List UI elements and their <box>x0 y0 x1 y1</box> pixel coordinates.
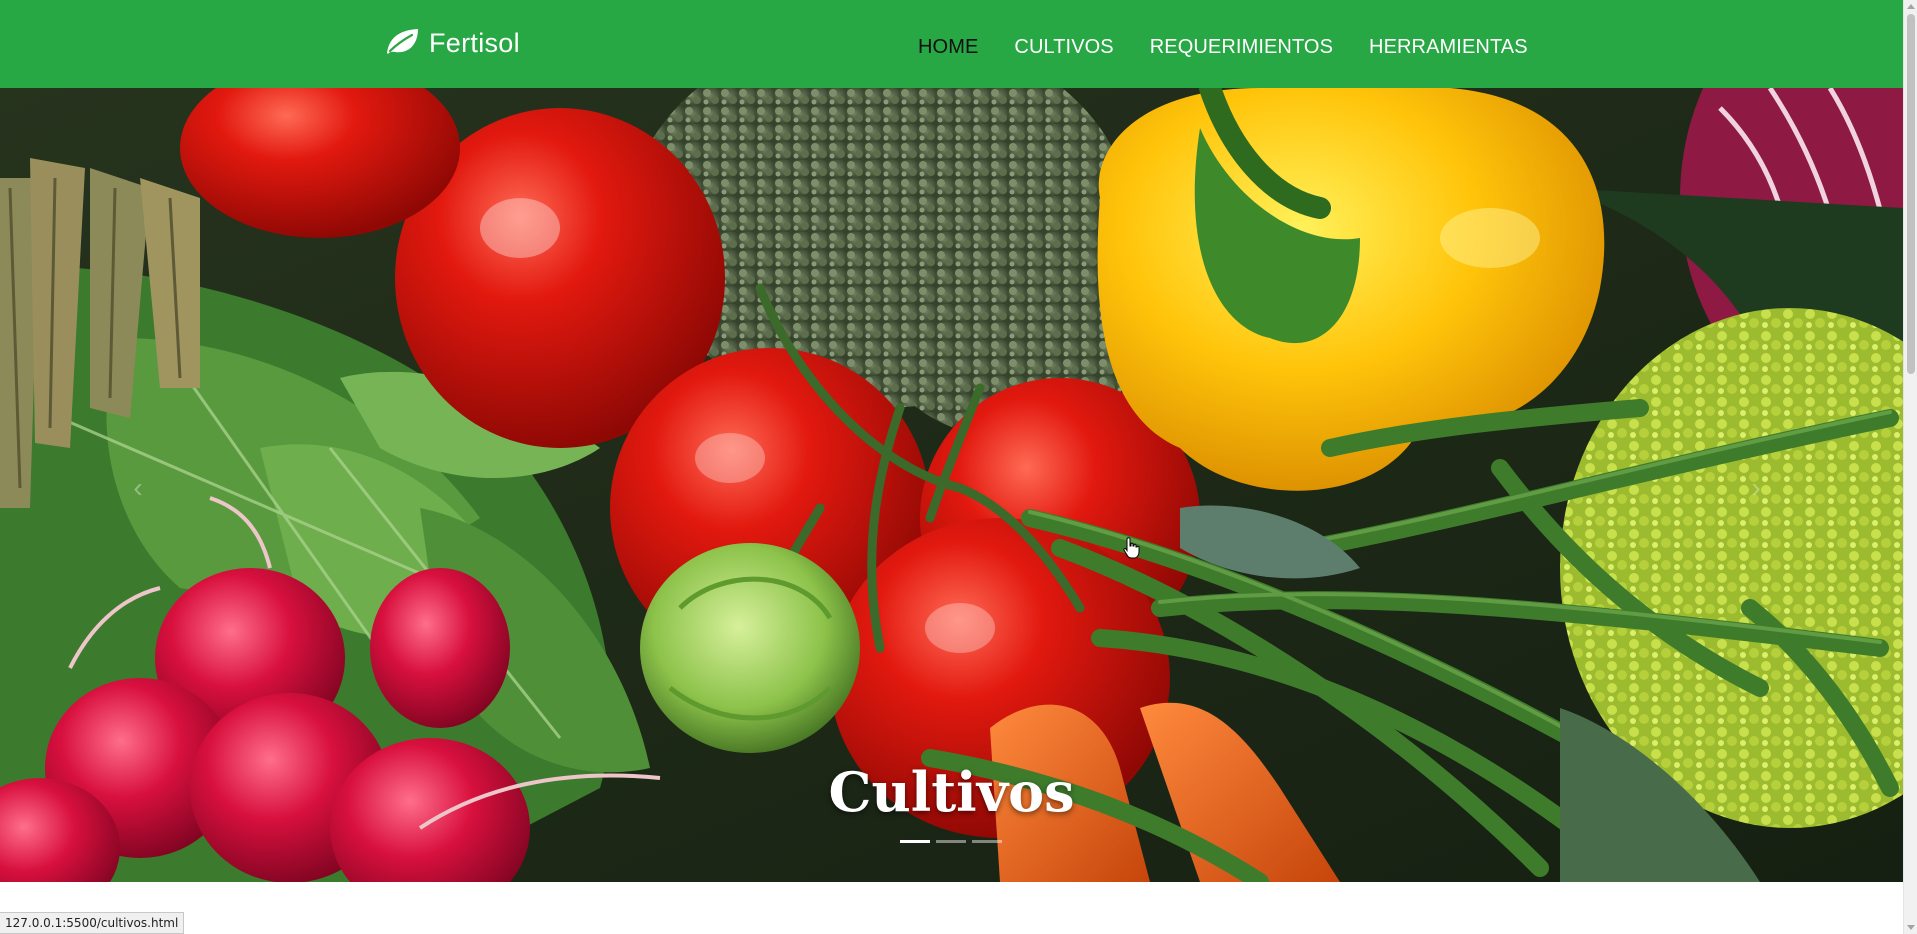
carousel-prev-button[interactable]: ‹ <box>118 468 158 508</box>
scrollbar-thumb[interactable] <box>1907 14 1915 374</box>
carousel-caption: Cultivos <box>828 760 1075 824</box>
carousel-indicator-2[interactable] <box>936 840 966 843</box>
nav-link-herramientas[interactable]: HERRAMIENTAS <box>1369 36 1528 59</box>
carousel-indicators <box>900 840 1002 843</box>
nav-link-requerimientos[interactable]: REQUERIMIENTOS <box>1150 36 1333 59</box>
brand-link[interactable]: Fertisol <box>383 26 520 60</box>
nav-link-home[interactable]: HOME <box>918 36 978 59</box>
scroll-up-icon[interactable] <box>1907 4 1915 9</box>
top-navbar: Fertisol HOME CULTIVOS REQUERIMIENTOS HE… <box>0 0 1903 88</box>
hand-cursor-icon <box>1123 537 1141 564</box>
brand-name: Fertisol <box>429 27 520 58</box>
link-status-bar: 127.0.0.1:5500/cultivos.html <box>0 912 185 934</box>
nav-link-cultivos[interactable]: CULTIVOS <box>1014 36 1113 59</box>
hero-carousel: ‹ › Cultivos <box>0 88 1903 882</box>
scroll-down-icon[interactable] <box>1907 925 1915 930</box>
leaf-icon <box>383 26 421 61</box>
nav-menu: HOME CULTIVOS REQUERIMIENTOS HERRAMIENTA… <box>918 36 1528 59</box>
chevron-right-icon: › <box>1751 472 1761 503</box>
page-scrollbar[interactable] <box>1903 0 1917 934</box>
carousel-indicator-3[interactable] <box>972 840 1002 843</box>
chevron-left-icon: ‹ <box>133 472 143 503</box>
carousel-indicator-1[interactable] <box>900 840 930 843</box>
carousel-next-button[interactable]: › <box>1736 468 1776 508</box>
